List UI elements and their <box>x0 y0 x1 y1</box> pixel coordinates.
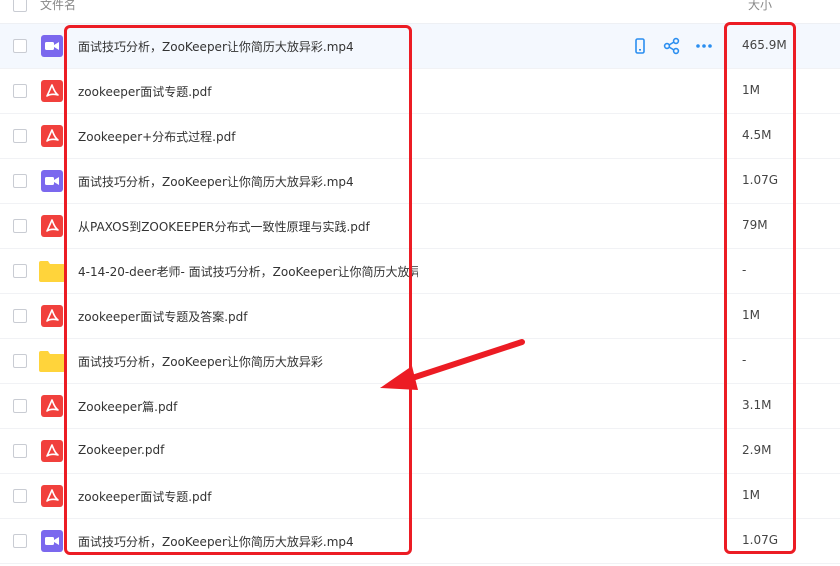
row-checkbox[interactable] <box>13 129 27 143</box>
row-checkbox[interactable] <box>13 444 27 458</box>
row-checkbox[interactable] <box>13 39 27 53</box>
row-checkbox[interactable] <box>13 219 27 233</box>
select-all-checkbox[interactable] <box>13 0 27 12</box>
row-checkbox[interactable] <box>13 264 27 278</box>
folder-icon <box>39 350 65 372</box>
pdf-file-icon <box>41 440 63 462</box>
pdf-file-icon <box>41 215 63 237</box>
pdf-file-icon <box>41 125 63 147</box>
row-checkbox[interactable] <box>13 309 27 323</box>
phone-icon[interactable] <box>630 36 650 56</box>
more-icon[interactable] <box>694 36 714 56</box>
row-checkbox[interactable] <box>13 84 27 98</box>
row-checkbox[interactable] <box>13 489 27 503</box>
share-icon[interactable] <box>662 36 682 56</box>
row-checkbox[interactable] <box>13 174 27 188</box>
video-file-icon <box>41 170 63 192</box>
pdf-file-icon <box>41 485 63 507</box>
pdf-file-icon <box>41 80 63 102</box>
video-file-icon <box>41 530 63 552</box>
row-checkbox[interactable] <box>13 354 27 368</box>
pdf-file-icon <box>41 305 63 327</box>
pdf-file-icon <box>41 395 63 417</box>
annotation-arrow <box>380 339 525 390</box>
column-header-name[interactable]: 文件名 <box>40 0 76 13</box>
folder-icon <box>39 260 65 282</box>
column-header-size[interactable]: 大小 <box>748 0 772 13</box>
annotation-box-sizes <box>724 22 796 554</box>
video-file-icon <box>41 35 63 57</box>
row-checkbox[interactable] <box>13 399 27 413</box>
annotation-box-names <box>64 25 412 555</box>
file-list-header: 文件名 大小 <box>0 0 840 24</box>
row-checkbox[interactable] <box>13 534 27 548</box>
